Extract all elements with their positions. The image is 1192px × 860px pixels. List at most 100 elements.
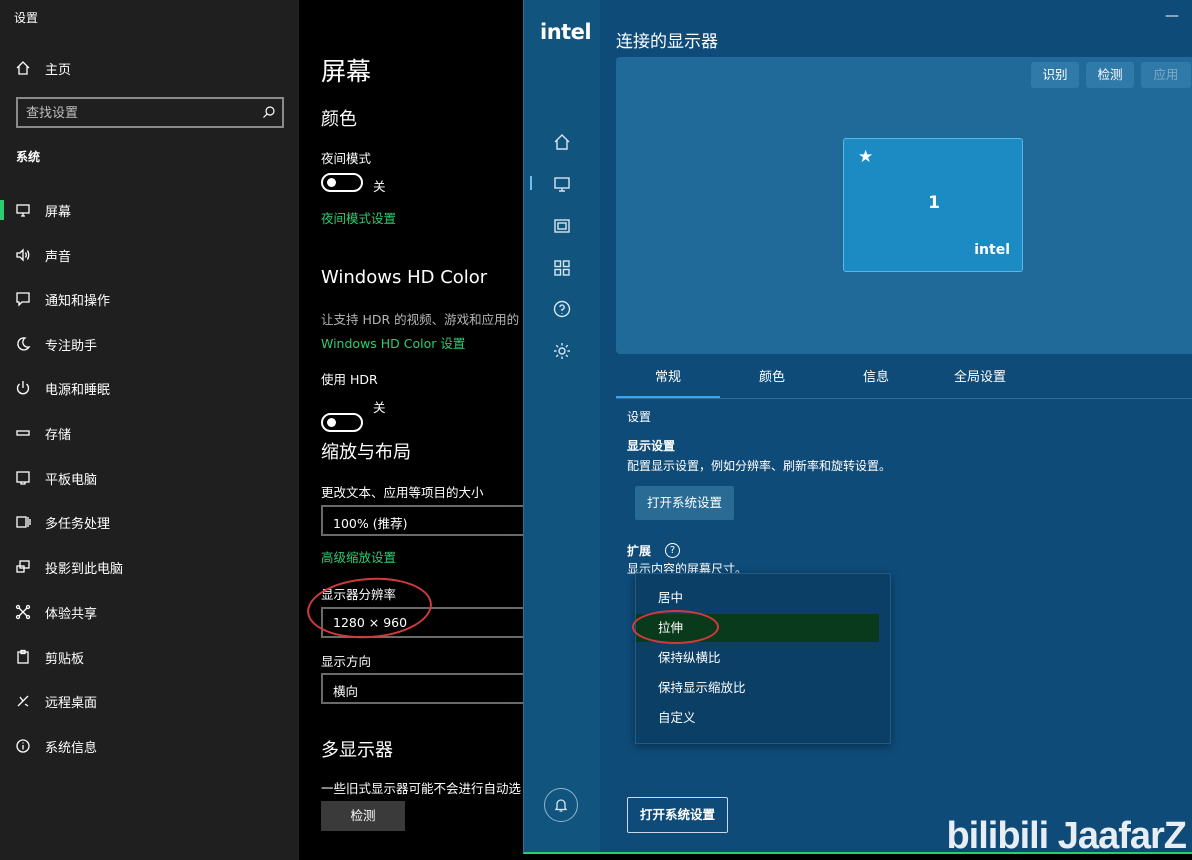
display-arrangement-canvas: 识别 检测 应用 ★ 1 intel — [616, 57, 1192, 354]
multitask-icon — [0, 514, 45, 530]
sidebar-item-power[interactable]: 电源和睡眠 — [0, 368, 299, 408]
open-system-settings-button[interactable]: 打开系统设置 — [635, 486, 735, 520]
hdr-heading: Windows HD Color — [321, 267, 488, 288]
speaker-icon — [0, 247, 45, 263]
moon-icon — [0, 336, 45, 352]
gear-icon[interactable] — [552, 341, 572, 361]
info-icon — [0, 738, 45, 754]
open-system-settings-bottom-button[interactable]: 打开系统设置 — [627, 797, 729, 833]
monitor-number: 1 — [928, 193, 940, 213]
primary-star-icon: ★ — [858, 147, 874, 167]
display-settings-description: 配置显示设置，例如分辨率、刷新率和旋转设置。 — [627, 459, 892, 473]
sidebar-item-focus-assist[interactable]: 专注助手 — [0, 324, 299, 364]
detect-button[interactable]: 检测 — [321, 801, 405, 831]
hdr-description: 让支持 HDR 的视频、游戏和应用的 — [321, 312, 520, 327]
intel-nav-rail: intel — [524, 0, 600, 852]
sidebar-item-storage[interactable]: 存储 — [0, 413, 299, 453]
notification-icon — [0, 291, 45, 307]
sidebar-item-label: 系统信息 — [45, 740, 98, 756]
option-custom[interactable]: 自定义 — [636, 704, 892, 732]
notifications-button[interactable] — [544, 788, 578, 822]
color-heading: 颜色 — [321, 109, 357, 130]
monitor-icon — [0, 202, 45, 218]
advanced-scaling-link[interactable]: 高级缩放设置 — [321, 547, 396, 566]
sidebar-item-multitasking[interactable]: 多任务处理 — [0, 502, 299, 542]
option-maintain-display-scaling[interactable]: 保持显示缩放比 — [636, 674, 892, 702]
detect-button[interactable]: 检测 — [1086, 62, 1134, 88]
page-title: 屏幕 — [321, 57, 372, 86]
storage-icon — [0, 425, 45, 441]
share-icon — [0, 604, 45, 620]
search-input[interactable] — [26, 103, 256, 123]
scale-mode-dropdown-menu: 居中 拉伸 保持纵横比 保持显示缩放比 自定义 — [635, 573, 891, 744]
settings-sidebar: 设置 主页 系统 屏幕 声音 通知和操作 专注助手 电源和睡眠 存储 — [0, 0, 299, 860]
sidebar-item-label: 电源和睡眠 — [45, 382, 111, 398]
intel-logo: intel — [974, 242, 1010, 258]
help-icon[interactable] — [552, 299, 572, 319]
display-icon[interactable] — [552, 174, 572, 194]
use-hdr-toggle[interactable] — [321, 413, 363, 432]
sidebar-item-label: 存储 — [45, 427, 72, 443]
video-icon[interactable] — [552, 216, 572, 236]
rail-active-indicator — [530, 176, 532, 190]
night-mode-settings-link[interactable]: 夜间模式设置 — [321, 208, 396, 227]
sidebar-item-tablet[interactable]: 平板电脑 — [0, 458, 299, 498]
option-maintain-aspect-ratio[interactable]: 保持纵横比 — [636, 644, 892, 672]
multi-display-heading: 多显示器 — [321, 740, 393, 761]
bell-icon — [554, 799, 568, 812]
text-size-dropdown[interactable]: 100% (推荐) — [321, 505, 525, 536]
sidebar-item-label: 多任务处理 — [45, 516, 111, 532]
intel-command-center-window: intel 连接的显示器 — 识别 检测 应用 ★ 1 intel 常规 颜色 … — [523, 0, 1192, 854]
sidebar-item-project[interactable]: 投影到此电脑 — [0, 547, 299, 587]
sidebar-item-display[interactable]: 屏幕 — [0, 190, 299, 230]
apply-button[interactable]: 应用 — [1141, 62, 1191, 88]
identify-button[interactable]: 识别 — [1031, 62, 1079, 88]
display-settings-pane: 屏幕 颜色 夜间模式 关 夜间模式设置 Windows HD Color 让支持… — [299, 0, 525, 860]
remote-icon — [0, 693, 45, 709]
tab-general[interactable]: 常规 — [616, 360, 720, 398]
sidebar-item-home[interactable]: 主页 — [0, 48, 299, 88]
bilibili-watermark: bilibili JaafarZ — [946, 815, 1187, 857]
clipboard-icon — [0, 649, 45, 665]
sidebar-item-sound[interactable]: 声音 — [0, 235, 299, 275]
tab-info[interactable]: 信息 — [824, 360, 928, 398]
sidebar-item-notifications[interactable]: 通知和操作 — [0, 279, 299, 319]
hdr-settings-link[interactable]: Windows HD Color 设置 — [321, 333, 465, 352]
intel-logo: intel — [540, 20, 592, 44]
sidebar-item-label: 屏幕 — [45, 204, 72, 220]
orientation-dropdown[interactable]: 横向 — [321, 673, 525, 704]
multi-display-description: 一些旧式显示器可能不会进行自动选 — [321, 781, 522, 796]
tablet-icon — [0, 470, 45, 486]
app-title: 设置 — [14, 11, 39, 25]
section-label: 系统 — [16, 150, 41, 164]
home-icon[interactable] — [552, 132, 572, 152]
extend-heading: 扩展 — [627, 544, 652, 558]
night-mode-state: 关 — [373, 179, 386, 194]
monitor-tile[interactable]: ★ 1 intel — [843, 138, 1023, 272]
sidebar-item-about[interactable]: 系统信息 — [0, 726, 299, 766]
sidebar-item-shared-experiences[interactable]: 体验共享 — [0, 592, 299, 632]
display-settings-heading: 显示设置 — [627, 439, 676, 453]
project-icon — [0, 559, 45, 575]
search-field[interactable] — [16, 97, 284, 128]
search-icon — [263, 106, 275, 118]
tab-color[interactable]: 颜色 — [720, 360, 824, 398]
power-icon — [0, 380, 45, 396]
sidebar-item-label: 剪贴板 — [45, 651, 85, 667]
page-title: 连接的显示器 — [616, 32, 718, 52]
sidebar-item-label: 专注助手 — [45, 338, 98, 354]
use-hdr-state: 关 — [373, 400, 386, 415]
settings-label: 设置 — [627, 410, 652, 424]
night-mode-toggle[interactable] — [321, 173, 363, 192]
sidebar-item-label: 远程桌面 — [45, 695, 98, 711]
tab-global-settings[interactable]: 全局设置 — [928, 360, 1032, 398]
sidebar-item-remote-desktop[interactable]: 远程桌面 — [0, 681, 299, 721]
apps-grid-icon[interactable] — [552, 258, 572, 278]
sidebar-item-clipboard[interactable]: 剪贴板 — [0, 637, 299, 677]
home-icon — [0, 60, 45, 76]
sidebar-item-label: 平板电脑 — [45, 472, 98, 488]
use-hdr-label: 使用 HDR — [321, 372, 378, 387]
option-center[interactable]: 居中 — [636, 584, 892, 612]
help-icon[interactable]: ? — [665, 543, 680, 558]
minimize-button[interactable]: — — [1165, 8, 1179, 24]
